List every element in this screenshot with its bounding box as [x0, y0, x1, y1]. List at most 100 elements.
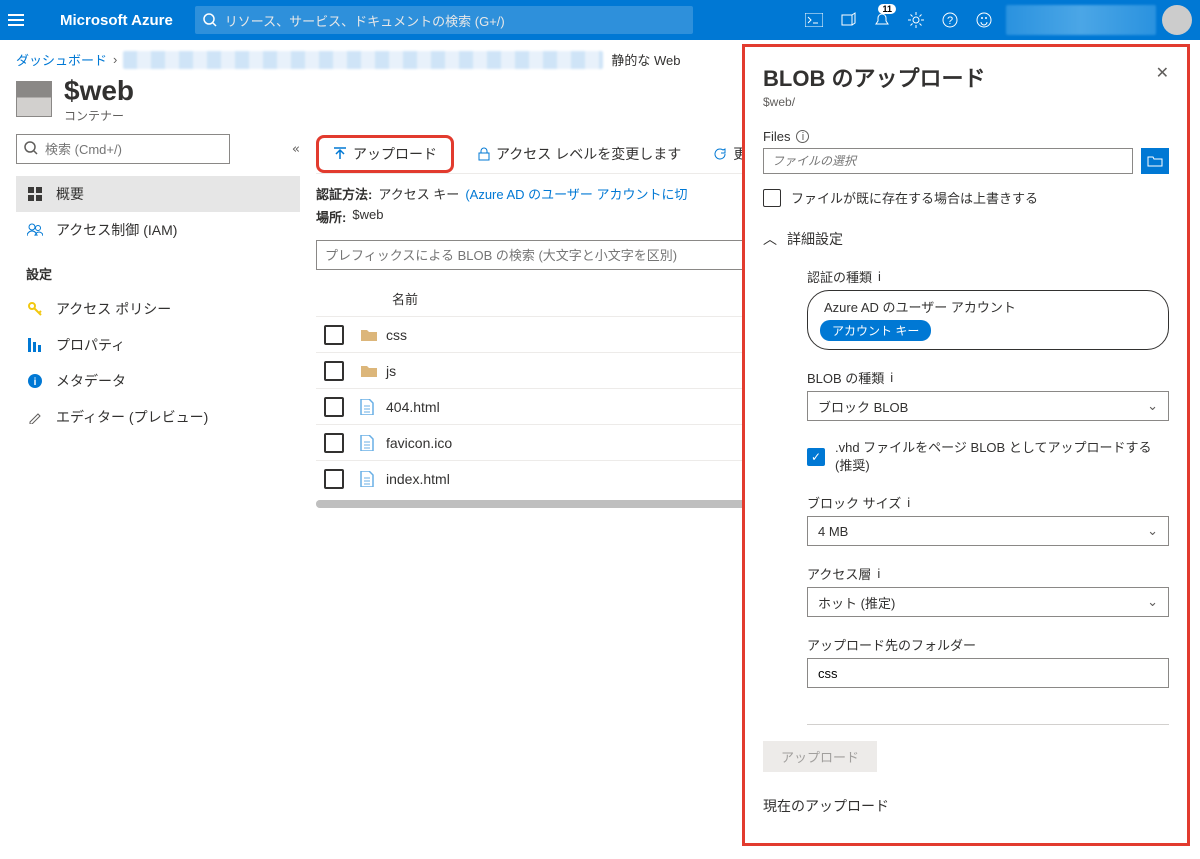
- col-name-header[interactable]: 名前: [360, 289, 418, 308]
- chevron-down-icon: ⌄: [1147, 523, 1158, 539]
- blob-type-select[interactable]: ブロック BLOB ⌄: [807, 391, 1169, 421]
- file-icon: [360, 471, 386, 487]
- settings-icon[interactable]: [900, 0, 932, 40]
- hamburger-icon[interactable]: [8, 14, 38, 26]
- block-size-value: 4 MB: [818, 524, 848, 539]
- auth-opt-key[interactable]: アカウント キー: [820, 320, 931, 341]
- close-icon[interactable]: ✕: [1156, 63, 1169, 83]
- upload-folder-input[interactable]: [807, 658, 1169, 688]
- auth-type-selector[interactable]: Azure AD のユーザー アカウント アカウント キー: [807, 290, 1169, 350]
- browse-button[interactable]: [1141, 148, 1169, 174]
- container-icon: [16, 81, 52, 117]
- file-name[interactable]: 404.html: [386, 399, 440, 415]
- access-tier-select[interactable]: ホット (推定) ⌄: [807, 587, 1169, 617]
- chevron-down-icon: ⌄: [1147, 594, 1158, 610]
- breadcrumb-dashboard[interactable]: ダッシュボード: [16, 50, 107, 69]
- page-subtitle: コンテナー: [64, 107, 134, 124]
- breadcrumb-sep: ›: [113, 52, 117, 67]
- overwrite-checkbox[interactable]: [763, 189, 781, 207]
- nav-overview-label: 概要: [56, 184, 84, 204]
- info-icon[interactable]: i: [877, 566, 880, 581]
- block-size-select[interactable]: 4 MB ⌄: [807, 516, 1169, 546]
- info-icon[interactable]: i: [890, 370, 893, 385]
- panel-title: BLOB のアップロード: [763, 61, 1169, 93]
- notif-badge: 11: [878, 4, 896, 14]
- info-icon[interactable]: i: [907, 495, 910, 510]
- nav-metadata-label: メタデータ: [56, 371, 126, 391]
- auth-opt-aad[interactable]: Azure AD のユーザー アカウント: [824, 297, 1156, 316]
- nav-editor[interactable]: エディター (プレビュー): [16, 399, 300, 435]
- vhd-checkbox[interactable]: ✓: [807, 448, 825, 466]
- auth-method-value: アクセス キー: [378, 184, 459, 203]
- lock-icon: [478, 147, 490, 161]
- file-icon: [360, 435, 386, 451]
- file-name[interactable]: index.html: [386, 471, 450, 487]
- nav-metadata[interactable]: i メタデータ: [16, 363, 300, 399]
- chevron-up-icon: ︿: [763, 229, 777, 249]
- global-search[interactable]: リソース、サービス、ドキュメントの検索 (G+/): [195, 6, 693, 34]
- block-size-label: ブロック サイズ: [807, 493, 901, 512]
- collapse-nav-button[interactable]: «: [292, 142, 300, 157]
- upload-icon: [333, 147, 347, 161]
- row-checkbox[interactable]: [324, 325, 344, 345]
- breadcrumb-redacted: [123, 51, 603, 69]
- row-checkbox[interactable]: [324, 469, 344, 489]
- access-level-button[interactable]: アクセス レベルを変更します: [470, 140, 689, 168]
- info-icon[interactable]: i: [878, 269, 881, 284]
- chevron-down-icon: ⌄: [1147, 398, 1158, 414]
- vhd-label: .vhd ファイルをページ BLOB としてアップロードする (推奨): [835, 439, 1169, 475]
- brand-label[interactable]: Microsoft Azure: [38, 12, 195, 29]
- auth-switch-link[interactable]: (Azure AD のユーザー アカウントに切: [465, 184, 687, 203]
- refresh-icon: [713, 147, 727, 161]
- file-name[interactable]: favicon.ico: [386, 435, 452, 451]
- info-icon[interactable]: i: [796, 130, 809, 143]
- location-value: $web: [352, 207, 383, 226]
- row-checkbox[interactable]: [324, 433, 344, 453]
- nav-overview[interactable]: 概要: [16, 176, 300, 212]
- feedback-icon[interactable]: [968, 0, 1000, 40]
- folder-icon: [360, 364, 386, 378]
- upload-button[interactable]: アップロード: [316, 135, 454, 173]
- nav-properties[interactable]: プロパティ: [16, 327, 300, 363]
- file-select-input[interactable]: [763, 148, 1133, 174]
- directory-icon[interactable]: [832, 0, 864, 40]
- nav-policy-label: アクセス ポリシー: [56, 299, 171, 319]
- advanced-label: 詳細設定: [787, 229, 843, 249]
- folder-icon: [360, 328, 386, 342]
- folder-open-icon: [1147, 155, 1163, 167]
- notifications-icon[interactable]: 11: [866, 0, 898, 40]
- file-name[interactable]: css: [386, 327, 407, 343]
- file-name[interactable]: js: [386, 363, 396, 379]
- page-title: $web: [64, 75, 134, 107]
- upload-submit-button[interactable]: アップロード: [763, 741, 877, 772]
- nav-access-policy[interactable]: アクセス ポリシー: [16, 291, 300, 327]
- help-icon[interactable]: ?: [934, 0, 966, 40]
- row-checkbox[interactable]: [324, 397, 344, 417]
- upload-blob-panel: ✕ BLOB のアップロード $web/ Files i ファイルが既に存在する…: [742, 44, 1190, 846]
- nav-iam[interactable]: アクセス制御 (IAM): [16, 212, 300, 248]
- key-icon: [26, 302, 44, 316]
- upload-folder-label: アップロード先のフォルダー: [807, 635, 976, 654]
- access-tier-label: アクセス層: [807, 564, 871, 583]
- avatar[interactable]: [1162, 5, 1192, 35]
- advanced-toggle[interactable]: ︿ 詳細設定: [763, 229, 1169, 249]
- files-label: Files: [763, 129, 790, 144]
- nav-editor-label: エディター (プレビュー): [56, 407, 208, 427]
- overwrite-label: ファイルが既に存在する場合は上書きする: [791, 188, 1038, 207]
- nav-search-input[interactable]: [16, 134, 230, 164]
- blob-type-value: ブロック BLOB: [818, 397, 908, 416]
- user-account-label[interactable]: [1006, 5, 1156, 35]
- nav-iam-label: アクセス制御 (IAM): [56, 220, 177, 240]
- location-label: 場所:: [316, 207, 346, 226]
- svg-text:?: ?: [947, 15, 953, 27]
- blob-type-label: BLOB の種類: [807, 368, 884, 387]
- cloud-shell-icon[interactable]: [798, 0, 830, 40]
- row-checkbox[interactable]: [324, 361, 344, 381]
- people-icon: [26, 223, 44, 237]
- search-icon: [24, 141, 38, 155]
- global-search-placeholder: リソース、サービス、ドキュメントの検索 (G+/): [225, 11, 505, 30]
- properties-icon: [26, 338, 44, 352]
- overview-icon: [26, 187, 44, 201]
- header-icons: 11 ?: [798, 0, 1000, 40]
- current-uploads-label: 現在のアップロード: [763, 796, 1169, 816]
